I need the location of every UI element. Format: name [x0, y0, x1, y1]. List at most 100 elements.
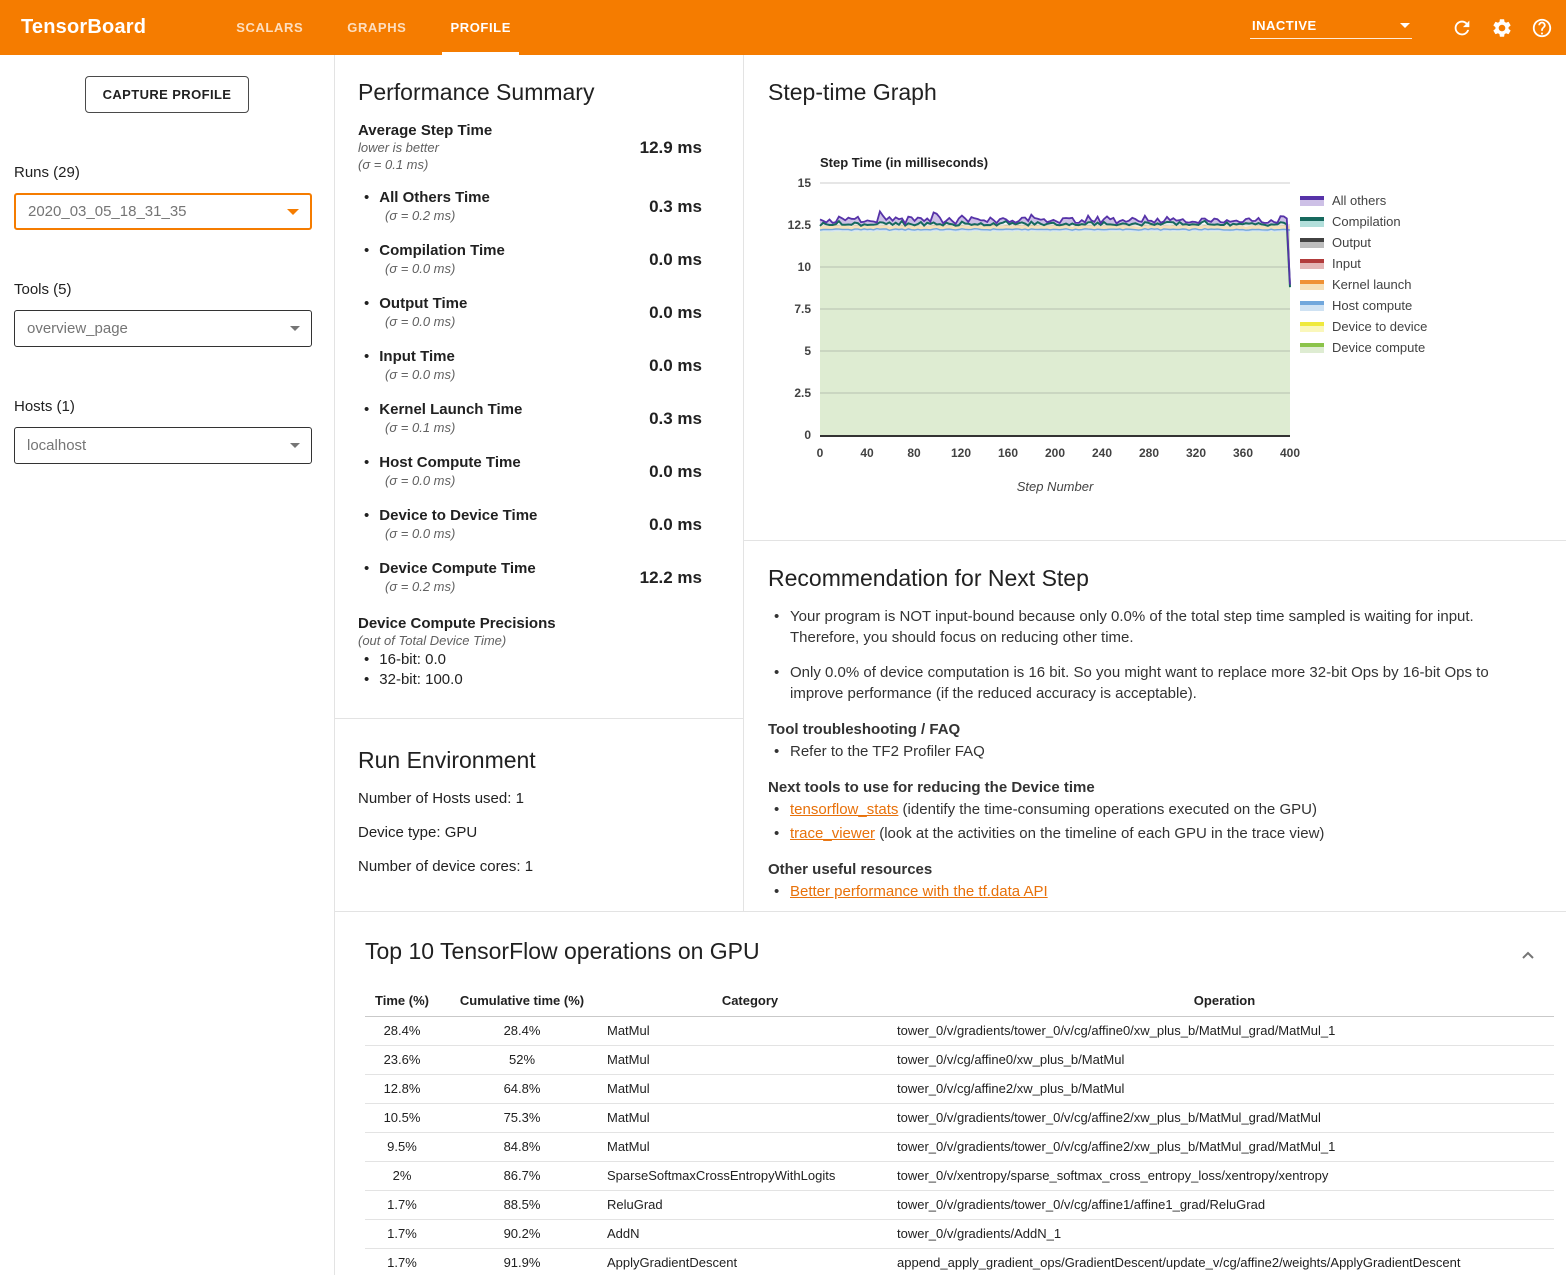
- tensorflow-stats-link[interactable]: tensorflow_stats: [790, 801, 898, 818]
- cell-operation: tower_0/v/cg/affine2/xw_plus_b/MatMul: [895, 1074, 1554, 1103]
- perf-metric-sigma: (σ = 0.2 ms): [364, 578, 633, 596]
- perf-metric-label: Compilation Time: [379, 242, 505, 259]
- table-row[interactable]: 23.6% 52% MatMul tower_0/v/cg/affine0/xw…: [365, 1045, 1554, 1074]
- cell-time: 2%: [365, 1161, 439, 1190]
- perf-metric-label: Device to Device Time: [379, 507, 537, 524]
- svg-text:15: 15: [798, 176, 812, 190]
- legend-swatch-icon: [1300, 259, 1324, 269]
- bullet: •: [364, 671, 369, 688]
- step-time-chart[interactable]: 02.557.51012.515040801201602002402803203…: [780, 143, 1340, 500]
- step-time-graph-card: Step-time Graph Step Time (in millisecon…: [744, 55, 1566, 540]
- cell-cumulative: 90.2%: [439, 1219, 605, 1248]
- table-row[interactable]: 10.5% 75.3% MatMul tower_0/v/gradients/t…: [365, 1103, 1554, 1132]
- step-time-graph-title: Step-time Graph: [768, 79, 1566, 106]
- performance-summary-card: Performance Summary Average Step Time lo…: [335, 55, 744, 718]
- perf-metric-label: Device Compute Time: [379, 560, 535, 577]
- bullet: •: [364, 189, 369, 206]
- perf-metric-value: 0.0 ms: [633, 515, 743, 535]
- bullet: •: [364, 651, 369, 668]
- resources-list: Better performance with the tf.data API: [768, 881, 1526, 902]
- chevron-down-icon: [287, 209, 299, 215]
- legend-swatch-icon: [1300, 343, 1324, 353]
- cell-cumulative: 84.8%: [439, 1132, 605, 1161]
- svg-text:80: 80: [907, 446, 921, 460]
- runs-select-value: 2020_03_05_18_31_35: [28, 203, 187, 220]
- legend-swatch-icon: [1300, 322, 1324, 332]
- perf-metric-sigma: (σ = 0.1 ms): [364, 419, 633, 437]
- header-actions: INACTIVE: [1250, 0, 1554, 55]
- perf-metric-value: 0.3 ms: [633, 197, 743, 217]
- status-select[interactable]: INACTIVE: [1250, 16, 1412, 39]
- runs-select[interactable]: 2020_03_05_18_31_35: [14, 193, 312, 230]
- app-title: TensorBoard: [21, 16, 146, 39]
- tools-select[interactable]: overview_page: [14, 310, 312, 347]
- app-header: TensorBoard SCALARS GRAPHS PROFILE INACT…: [0, 0, 1566, 55]
- run-env-line: Number of device cores: 1: [358, 858, 743, 875]
- capture-profile-button[interactable]: CAPTURE PROFILE: [85, 76, 250, 113]
- svg-text:7.5: 7.5: [794, 302, 811, 316]
- run-env-line: Device type: GPU: [358, 824, 743, 841]
- table-row[interactable]: 9.5% 84.8% MatMul tower_0/v/gradients/to…: [365, 1132, 1554, 1161]
- legend-swatch-icon: [1300, 217, 1324, 227]
- help-icon: [1531, 17, 1553, 39]
- recommendation-bullet: Your program is NOT input-bound because …: [768, 606, 1526, 648]
- precision-16bit: •16-bit: 0.0: [358, 650, 743, 670]
- cell-cumulative: 91.9%: [439, 1248, 605, 1275]
- legend-label: Output: [1332, 235, 1371, 250]
- settings-button[interactable]: [1490, 16, 1514, 40]
- cell-category: AddN: [605, 1219, 895, 1248]
- table-row[interactable]: 12.8% 64.8% MatMul tower_0/v/cg/affine2/…: [365, 1074, 1554, 1103]
- tab-profile[interactable]: PROFILE: [428, 0, 533, 55]
- cell-category: MatMul: [605, 1074, 895, 1103]
- legend-swatch-icon: [1300, 280, 1324, 290]
- help-button[interactable]: [1530, 16, 1554, 40]
- bullet: •: [364, 560, 369, 577]
- tensorboard-app: TensorBoard SCALARS GRAPHS PROFILE INACT…: [0, 0, 1566, 1275]
- perf-metric-value: 12.2 ms: [633, 568, 743, 588]
- status-select-value: INACTIVE: [1252, 18, 1317, 33]
- hosts-label: Hosts (1): [14, 398, 312, 415]
- tfdata-performance-link[interactable]: Better performance with the tf.data API: [790, 883, 1048, 900]
- table-row[interactable]: 1.7% 88.5% ReluGrad tower_0/v/gradients/…: [365, 1190, 1554, 1219]
- collapse-section-button[interactable]: [1516, 944, 1540, 968]
- table-row[interactable]: 2% 86.7% SparseSoftmaxCrossEntropyWithLo…: [365, 1161, 1554, 1190]
- sidebar: CAPTURE PROFILE Runs (29) 2020_03_05_18_…: [0, 55, 335, 1275]
- top-ops-table: Time (%) Cumulative time (%) Category Op…: [365, 985, 1554, 1275]
- gear-icon: [1491, 17, 1513, 39]
- svg-text:40: 40: [860, 446, 874, 460]
- cell-category: ReluGrad: [605, 1190, 895, 1219]
- perf-metric: •Host Compute Time (σ = 0.0 ms) 0.0 ms: [358, 454, 743, 490]
- perf-metric-value: 0.0 ms: [633, 303, 743, 323]
- hosts-select[interactable]: localhost: [14, 427, 312, 464]
- svg-text:320: 320: [1186, 446, 1206, 460]
- cell-category: ApplyGradientDescent: [605, 1248, 895, 1275]
- precision-32bit: •32-bit: 100.0: [358, 670, 743, 690]
- recommendation-bullets: Your program is NOT input-bound because …: [768, 606, 1526, 704]
- cell-operation: tower_0/v/xentropy/sparse_softmax_cross_…: [895, 1161, 1554, 1190]
- cell-operation: tower_0/v/gradients/tower_0/v/cg/affine2…: [895, 1132, 1554, 1161]
- legend-label: Compilation: [1332, 214, 1401, 229]
- chevron-down-icon: [1400, 23, 1410, 28]
- reload-button[interactable]: [1450, 16, 1474, 40]
- faq-item: Refer to the TF2 Profiler FAQ: [768, 741, 1526, 762]
- recommendation-bullet: Only 0.0% of device computation is 16 bi…: [768, 662, 1526, 704]
- tab-graphs[interactable]: GRAPHS: [325, 0, 428, 55]
- perf-metric: •Device to Device Time (σ = 0.0 ms) 0.0 …: [358, 507, 743, 543]
- performance-summary-title: Performance Summary: [358, 79, 743, 106]
- tab-scalars[interactable]: SCALARS: [214, 0, 325, 55]
- device-compute-precisions: Device Compute Precisions (out of Total …: [358, 615, 743, 690]
- table-row[interactable]: 1.7% 91.9% ApplyGradientDescent append_a…: [365, 1248, 1554, 1275]
- bullet: •: [364, 348, 369, 365]
- svg-text:400: 400: [1280, 446, 1300, 460]
- recommendation-card: Recommendation for Next Step Your progra…: [744, 540, 1566, 911]
- trace-viewer-link[interactable]: trace_viewer: [790, 825, 875, 842]
- perf-metric-label: Output Time: [379, 295, 467, 312]
- table-row[interactable]: 1.7% 90.2% AddN tower_0/v/gradients/AddN…: [365, 1219, 1554, 1248]
- bullet: •: [364, 507, 369, 524]
- perf-metric-value: 0.0 ms: [633, 462, 743, 482]
- table-row[interactable]: 28.4% 28.4% MatMul tower_0/v/gradients/t…: [365, 1016, 1554, 1045]
- legend-item: Kernel launch: [1300, 274, 1427, 295]
- cell-operation: tower_0/v/gradients/tower_0/v/cg/affine2…: [895, 1103, 1554, 1132]
- svg-text:5: 5: [804, 344, 811, 358]
- perf-metric-value: 0.0 ms: [633, 356, 743, 376]
